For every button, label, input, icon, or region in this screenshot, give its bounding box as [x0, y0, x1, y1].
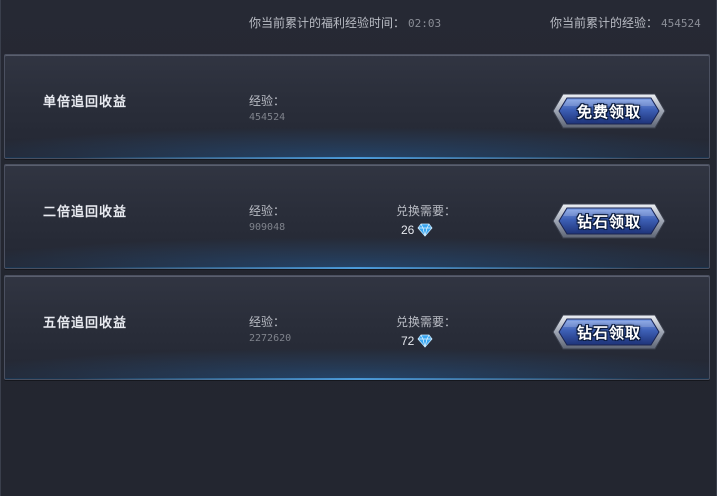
accumulated-exp-stat: 你当前累计的经验： 454524: [550, 14, 701, 31]
recovery-row-quintuple: 五倍追回收益 经验： 2272620 兑换需要： 72 钻石领取: [4, 275, 710, 380]
accumulated-time-value: 02:03: [408, 17, 442, 30]
row-exp-label: 经验：: [249, 204, 286, 218]
exp-recovery-window: 你当前累计的福利经验时间： 02:03 你当前累计的经验： 454524 单倍追回收…: [0, 0, 717, 496]
row-cost-label: 兑换需要：: [396, 315, 457, 329]
free-claim-button[interactable]: 免费领取: [549, 90, 669, 132]
recovery-row-single: 单倍追回收益 经验： 454524 免费领取: [4, 54, 710, 159]
row-exp-label: 经验：: [249, 315, 286, 329]
diamond-claim-button[interactable]: 钻石领取: [549, 200, 669, 242]
accumulated-time-stat: 你当前累计的福利经验时间： 02:03: [249, 14, 441, 31]
row-exp-value: 909048: [249, 222, 286, 233]
button-label: 钻石领取: [576, 324, 641, 342]
row-cost-value: 26: [401, 223, 415, 237]
accumulated-time-label: 你当前累计的福利经验时间：: [249, 16, 406, 30]
row-title: 二倍追回收益: [43, 205, 128, 220]
row-exp-value: 454524: [249, 112, 286, 123]
accumulated-exp-label: 你当前累计的经验：: [550, 16, 659, 30]
diamond-icon: [417, 334, 433, 348]
button-label: 免费领取: [576, 103, 641, 121]
row-cost-value: 72: [401, 334, 415, 348]
button-label: 钻石领取: [576, 213, 641, 231]
row-title: 五倍追回收益: [43, 316, 128, 331]
row-cost: 26: [401, 223, 433, 237]
diamond-claim-button[interactable]: 钻石领取: [549, 311, 669, 353]
recovery-row-double: 二倍追回收益 经验： 909048 兑换需要： 26 钻石领取: [4, 164, 710, 269]
row-exp-label: 经验：: [249, 94, 286, 108]
row-cost: 72: [401, 334, 433, 348]
row-title: 单倍追回收益: [43, 95, 128, 110]
row-exp-value: 2272620: [249, 333, 292, 344]
diamond-icon: [417, 223, 433, 237]
accumulated-exp-value: 454524: [661, 17, 701, 30]
row-cost-label: 兑换需要：: [396, 204, 457, 218]
